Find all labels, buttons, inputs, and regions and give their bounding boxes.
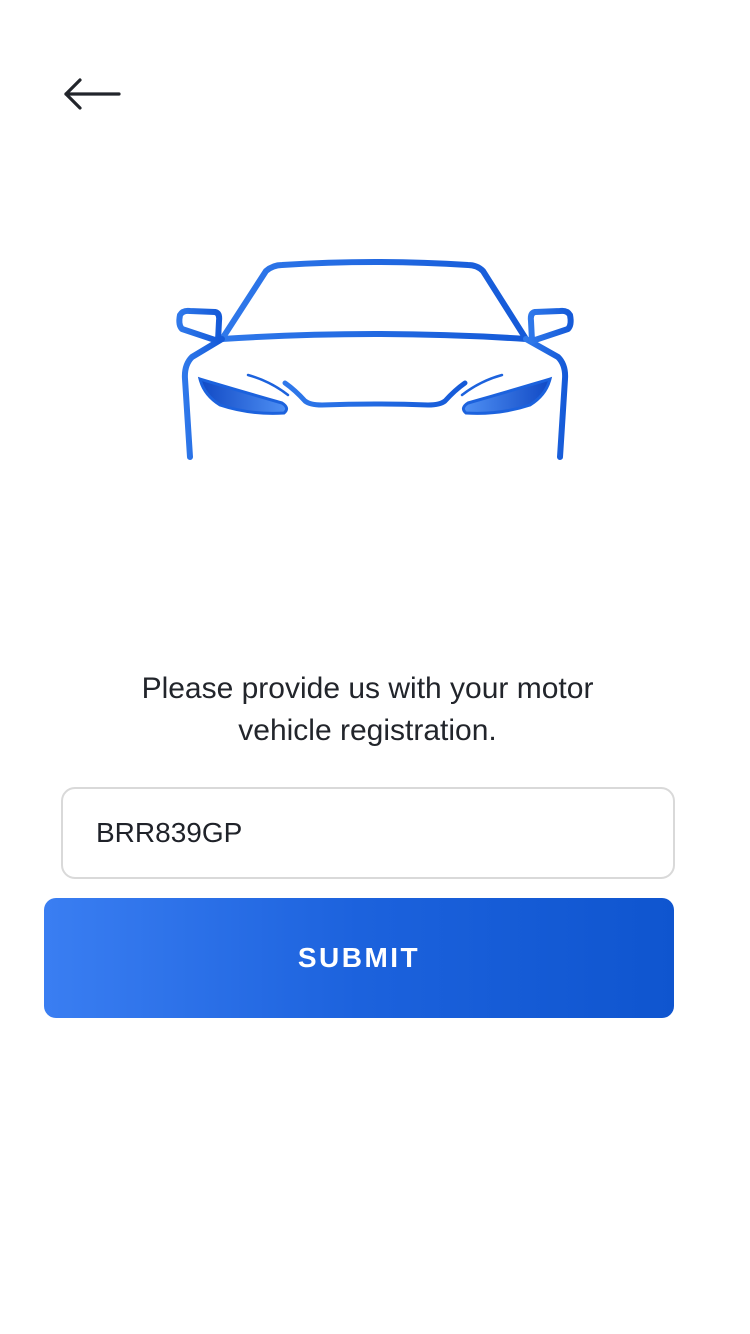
back-button[interactable] <box>52 66 132 126</box>
car-front-illustration <box>170 255 580 465</box>
car-front-icon <box>176 259 574 460</box>
registration-prompt: Please provide us with your motor vehicl… <box>141 672 594 747</box>
arrow-left-icon <box>62 77 122 116</box>
submit-button[interactable]: SUBMIT <box>44 898 674 1018</box>
registration-input[interactable] <box>61 787 675 879</box>
